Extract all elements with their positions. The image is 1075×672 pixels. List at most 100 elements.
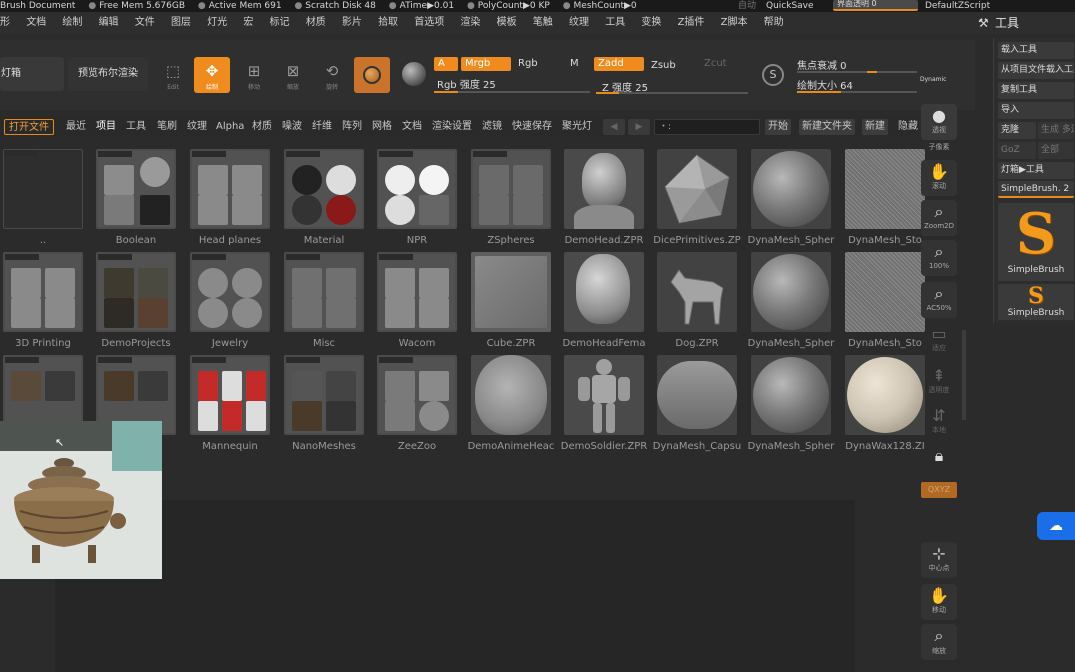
- center-point-button[interactable]: ⊹ 中心点: [921, 542, 957, 578]
- tab-noise[interactable]: 噪波: [282, 116, 302, 138]
- folder-head-planes-tile[interactable]: [190, 149, 270, 229]
- quicksave-button[interactable]: QuickSave: [766, 0, 814, 12]
- clone-button[interactable]: 克隆: [998, 122, 1036, 139]
- new-folder-button[interactable]: 新建文件夹: [799, 119, 855, 135]
- draw-size-slider[interactable]: [797, 91, 917, 93]
- zadd-toggle[interactable]: Zadd: [594, 57, 644, 71]
- subpixel-button[interactable]: 子像素: [921, 142, 957, 158]
- folder-3d-printing-tile[interactable]: [3, 252, 83, 332]
- tab-fibers[interactable]: 纤维: [312, 116, 332, 138]
- folder-boolean-tile[interactable]: [96, 149, 176, 229]
- dynamesh-capsule-tile[interactable]: [657, 355, 737, 435]
- start-button[interactable]: 开始: [765, 119, 791, 135]
- cloud-icon[interactable]: ☁: [1037, 512, 1075, 540]
- zoom-100-button[interactable]: ⌕ 100%: [921, 240, 957, 276]
- tab-tool[interactable]: 工具: [126, 116, 146, 138]
- new-button[interactable]: 新建: [862, 119, 888, 135]
- tab-open-file[interactable]: 打开文件: [4, 119, 54, 135]
- menu-item-file[interactable]: 文件: [135, 12, 155, 34]
- menu-item-help[interactable]: 帮助: [764, 12, 784, 34]
- load-from-project-button[interactable]: 从项目文件载入工具: [998, 62, 1074, 79]
- perspective-button[interactable]: ● 透视: [921, 104, 957, 140]
- folder-demo-projects-tile[interactable]: [96, 252, 176, 332]
- default-zscript-button[interactable]: DefaultZScript: [925, 0, 990, 12]
- tab-alpha[interactable]: Alpha: [216, 116, 244, 138]
- cube-tile[interactable]: [471, 252, 551, 332]
- dock-scrollbar[interactable]: [962, 330, 966, 420]
- demo-head-female-tile[interactable]: [564, 252, 644, 332]
- dynamic-toggle[interactable]: Dynamic: [920, 76, 946, 83]
- hide-button[interactable]: 隐藏: [898, 116, 918, 138]
- menu-item-tool[interactable]: 工具: [605, 12, 625, 34]
- xyz-toggle[interactable]: QXYZ: [921, 482, 957, 498]
- move-view-button[interactable]: ✋ 移动: [921, 584, 957, 620]
- rotate-button[interactable]: ⟲ 旋转: [314, 57, 350, 93]
- menu-item-marker[interactable]: 标记: [270, 12, 290, 34]
- lightbox-next-arrow[interactable]: ▶: [628, 119, 650, 135]
- rgb-toggle[interactable]: Rgb: [514, 57, 554, 71]
- goz-all-button[interactable]: 全部: [1038, 142, 1074, 159]
- edit-button[interactable]: ⬚ Edit: [155, 57, 191, 93]
- tab-spotlight[interactable]: 聚光灯: [562, 116, 592, 138]
- tab-quicksave[interactable]: 快速保存: [512, 116, 552, 138]
- preview-boolean-render-button[interactable]: 预览布尔渲染: [68, 57, 148, 91]
- tab-array[interactable]: 阵列: [342, 116, 362, 138]
- goz-button[interactable]: GoZ: [998, 142, 1036, 159]
- folder-zspheres-tile[interactable]: [471, 149, 551, 229]
- menu-item-transform[interactable]: 变换: [641, 12, 661, 34]
- lightbox-tool-button[interactable]: 灯箱▶工具: [998, 162, 1074, 179]
- zsub-toggle[interactable]: Zsub: [647, 59, 697, 73]
- import-button[interactable]: 导入: [998, 102, 1074, 119]
- move-button[interactable]: ⊞ 移动: [236, 57, 272, 93]
- transparency-button[interactable]: ⇞ 透明度: [921, 364, 957, 400]
- menu-item-picker[interactable]: 拾取: [378, 12, 398, 34]
- menu-item-material[interactable]: 材质: [306, 12, 326, 34]
- mrgb-toggle[interactable]: Mrgb: [461, 57, 511, 71]
- folder-zeezoo-tile[interactable]: [377, 355, 457, 435]
- current-tool-slider[interactable]: SimpleBrush. 2: [998, 181, 1074, 198]
- menu-item-light[interactable]: 灯光: [207, 12, 227, 34]
- menu-item-preferences[interactable]: 首选项: [414, 12, 444, 34]
- lock-button[interactable]: 🔒︎: [921, 444, 957, 480]
- menu-item-zplugin[interactable]: Z插件: [678, 12, 705, 34]
- dynamesh-sphere-tile-3[interactable]: [751, 355, 831, 435]
- interface-transparency-slider[interactable]: 界面透明 0: [833, 0, 918, 11]
- tab-project[interactable]: 项目: [96, 116, 116, 138]
- tab-render-settings[interactable]: 渲染设置: [432, 116, 472, 138]
- dog-tile[interactable]: [657, 252, 737, 332]
- folder-misc-tile[interactable]: [284, 252, 364, 332]
- tool-panel-header[interactable]: ⚒ 工具: [975, 12, 1075, 34]
- canvas-viewport[interactable]: [55, 500, 855, 672]
- material-sphere-icon[interactable]: [402, 62, 426, 86]
- zcut-toggle[interactable]: Zcut: [700, 57, 740, 71]
- frame-button[interactable]: ▭ 适应: [921, 322, 957, 358]
- demo-head-tile[interactable]: [564, 149, 644, 229]
- menu-item-texture[interactable]: 纹理: [569, 12, 589, 34]
- tool-thumbnail-2[interactable]: S SimpleBrush: [998, 284, 1074, 320]
- m-toggle[interactable]: M: [566, 57, 590, 71]
- local-button[interactable]: ⇵ 本地: [921, 404, 957, 440]
- menu-item-edit[interactable]: 编辑: [99, 12, 119, 34]
- focal-shift-slider[interactable]: [797, 71, 917, 73]
- folder-up-tile[interactable]: [3, 149, 83, 229]
- zoom2d-button[interactable]: ⌕ Zoom2D: [921, 200, 957, 236]
- menu-item-render[interactable]: 渲染: [460, 12, 480, 34]
- menu-item-macro[interactable]: 宏: [243, 12, 253, 34]
- folder-mannequin-tile[interactable]: [190, 355, 270, 435]
- rgb-intensity-slider[interactable]: [434, 91, 590, 93]
- folder-material-tile[interactable]: [284, 149, 364, 229]
- auto-label[interactable]: 自动: [738, 0, 756, 12]
- menu-item-document[interactable]: 文档: [26, 12, 46, 34]
- dynamesh-sphere-tile-2[interactable]: [751, 252, 831, 332]
- tab-filter[interactable]: 滤镜: [482, 116, 502, 138]
- current-tool-thumbnail[interactable]: S SimpleBrush: [998, 203, 1074, 281]
- menu-item-stencil[interactable]: 模板: [497, 12, 517, 34]
- folder-npr-tile[interactable]: [377, 149, 457, 229]
- folder-jewelry-tile[interactable]: [190, 252, 270, 332]
- folder-nanomeshes-tile[interactable]: [284, 355, 364, 435]
- demo-anime-head-tile[interactable]: [471, 355, 551, 435]
- scale-view-button[interactable]: ⌕ 缩放: [921, 624, 957, 660]
- dynamesh-stone-tile-1[interactable]: [845, 149, 925, 229]
- make-polymesh-button[interactable]: 生成 多边: [1038, 122, 1074, 139]
- brush-color-button[interactable]: [354, 57, 390, 93]
